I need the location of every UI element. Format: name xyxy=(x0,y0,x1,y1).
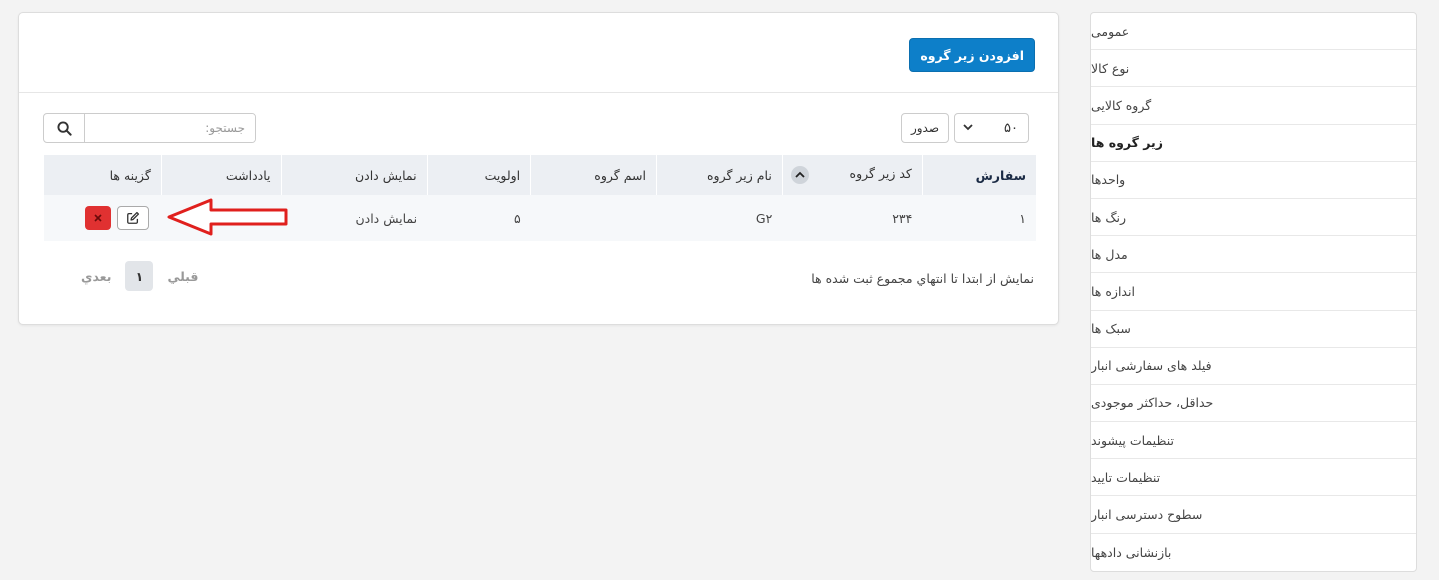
sidebar-item[interactable]: مدل ها xyxy=(1091,236,1416,274)
search-button[interactable] xyxy=(44,114,85,142)
chevron-down-icon xyxy=(963,123,973,134)
sidebar-item-label: اندازه ها xyxy=(1091,283,1135,299)
cell-order: ۱ xyxy=(922,195,1036,241)
search-box xyxy=(43,113,256,143)
sidebar-item-label: مدل ها xyxy=(1091,246,1128,262)
column-header-order[interactable]: سفارش xyxy=(921,155,1036,195)
cell-group-name xyxy=(530,195,657,241)
pagination: قبلي ۱ بعدي xyxy=(67,261,212,291)
sidebar-item-label: عمومی xyxy=(1091,23,1130,39)
sidebar-item[interactable]: عمومی xyxy=(1091,13,1416,51)
card-header: افزودن زیر گروه xyxy=(19,13,1058,93)
sidebar-item[interactable]: سطوح دسترسی انبار xyxy=(1091,496,1416,534)
settings-sidebar: عمومی نوع کالا گروه کالایی زیر گروه ها واحده… xyxy=(1090,12,1417,572)
edit-button[interactable] xyxy=(116,206,149,230)
sidebar-item-label: حداقل، حداکثر موجودی xyxy=(1091,395,1214,411)
delete-button[interactable] xyxy=(84,206,111,230)
pagination-next[interactable]: بعدي xyxy=(67,269,125,284)
column-header-note[interactable]: یادداشت xyxy=(160,155,282,195)
sidebar-item-label: رنگ ها xyxy=(1091,209,1127,225)
pagination-current-page[interactable]: ۱ xyxy=(125,261,154,291)
annotation-arrow-icon xyxy=(167,198,288,236)
column-header-display[interactable]: نمایش دادن xyxy=(280,155,428,195)
cell-options xyxy=(43,195,162,241)
sidebar-item[interactable]: سبک ها xyxy=(1091,311,1416,348)
column-header-code-label: کد زیر گروه xyxy=(849,166,912,181)
sidebar-item-label: واحدها xyxy=(1091,172,1126,188)
cell-code: ۲۳۴ xyxy=(782,195,923,241)
column-header-code[interactable]: کد زیر گروه xyxy=(781,155,923,195)
page-length-value: ۵۰ xyxy=(1004,120,1018,136)
sidebar-item[interactable]: تنظیمات تایید xyxy=(1091,459,1416,497)
pagination-prev[interactable]: قبلي xyxy=(153,269,212,284)
sidebar-item-label: گروه کالایی xyxy=(1091,97,1152,113)
search-input[interactable] xyxy=(85,114,255,142)
subgroups-card: افزودن زیر گروه ۵۰ صدور سفارش کد زیر گرو… xyxy=(18,12,1059,325)
sidebar-item-label: فیلد های سفارشی انبار xyxy=(1091,358,1212,374)
sort-icon[interactable] xyxy=(790,166,809,184)
search-icon xyxy=(56,120,72,136)
edit-icon xyxy=(126,211,139,224)
close-icon xyxy=(93,214,102,222)
sidebar-item[interactable]: فیلد های سفارشی انبار xyxy=(1091,348,1416,385)
sidebar-item[interactable]: زیر گروه ها xyxy=(1091,125,1416,162)
table-header-row: سفارش کد زیر گروه نام زیر گروه اسم گروه … xyxy=(43,155,1036,195)
sidebar-item[interactable]: اندازه ها xyxy=(1091,273,1416,311)
sidebar-item[interactable]: گروه کالایی xyxy=(1091,87,1416,125)
sidebar-item[interactable]: واحدها xyxy=(1091,162,1416,199)
column-header-options: گزینه ها xyxy=(43,155,162,195)
sidebar-item[interactable]: تنظیمات پیشوند xyxy=(1091,422,1416,460)
cell-display: نمایش دادن xyxy=(281,195,428,241)
sidebar-item-label: نوع کالا xyxy=(1091,60,1130,76)
export-button[interactable]: صدور xyxy=(901,113,949,143)
sidebar-item-label: سطوح دسترسی انبار xyxy=(1091,507,1203,523)
sidebar-item[interactable]: بازنشانی دادهها xyxy=(1091,534,1416,571)
sidebar-item-label: تنظیمات پیشوند xyxy=(1091,432,1174,448)
sidebar-item-label: زیر گروه ها xyxy=(1091,135,1163,151)
sidebar-item-label: سبک ها xyxy=(1091,321,1131,337)
table-info-text: نمایش از ابتدا تا انتهاي مجموع ثبت شده ه… xyxy=(811,271,1034,286)
column-header-group[interactable]: اسم گروه xyxy=(530,155,657,195)
cell-priority: ۵ xyxy=(427,195,531,241)
cell-name: G۲ xyxy=(656,195,783,241)
sidebar-item[interactable]: نوع کالا xyxy=(1091,50,1416,88)
page-length-select[interactable]: ۵۰ xyxy=(954,113,1029,143)
column-header-name[interactable]: نام زیر گروه xyxy=(655,155,783,195)
sidebar-item-label: بازنشانی دادهها xyxy=(1091,544,1172,560)
column-header-priority[interactable]: اولویت xyxy=(426,155,531,195)
sidebar-item-label: تنظیمات تایید xyxy=(1091,469,1161,485)
sidebar-item[interactable]: رنگ ها xyxy=(1091,199,1416,237)
sidebar-item[interactable]: حداقل، حداکثر موجودی xyxy=(1091,385,1416,423)
add-subgroup-button[interactable]: افزودن زیر گروه xyxy=(909,38,1035,72)
